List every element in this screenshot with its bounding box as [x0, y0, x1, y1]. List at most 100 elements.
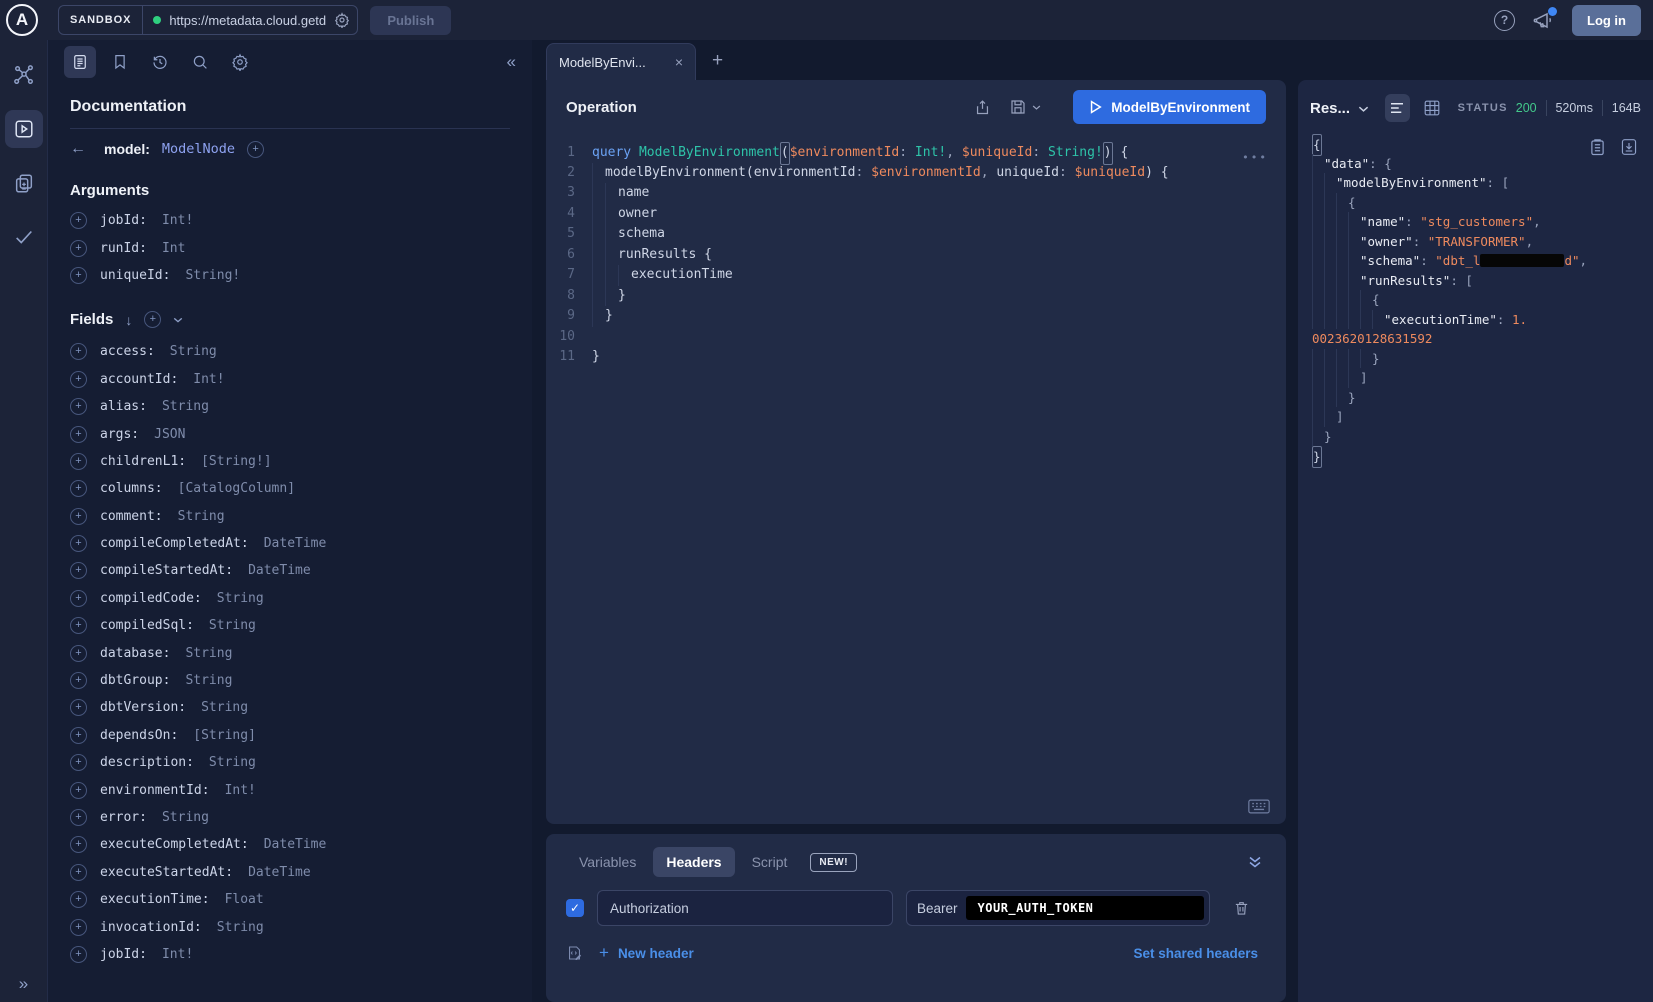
header-name-input[interactable]: Authorization	[597, 890, 893, 926]
raw-view-toggle-icon[interactable]	[1385, 94, 1410, 122]
checklist-icon[interactable]	[5, 218, 43, 256]
tab-variables[interactable]: Variables	[566, 847, 649, 877]
history-icon[interactable]	[144, 46, 176, 78]
field-row[interactable]: +dependsOn:[String]	[70, 722, 510, 749]
help-icon[interactable]: ?	[1494, 10, 1515, 31]
graphql-editor[interactable]: ••• 1query ModelByEnvironment($environme…	[546, 134, 1286, 824]
field-row[interactable]: +executeCompletedAt:DateTime	[70, 831, 510, 858]
field-row[interactable]: +executionTime:Float	[70, 886, 510, 913]
operation-tab[interactable]: ModelByEnvi... ×	[546, 43, 696, 80]
model-type-link[interactable]: ModelNode	[162, 141, 235, 157]
save-operation-group[interactable]	[1009, 98, 1041, 116]
editor-menu-icon[interactable]: •••	[1242, 148, 1268, 169]
argument-row[interactable]: +jobId:Int!	[70, 207, 510, 234]
close-tab-icon[interactable]: ×	[675, 54, 683, 70]
add-field-icon[interactable]: +	[70, 398, 87, 415]
add-field-icon[interactable]: +	[70, 782, 87, 799]
field-row[interactable]: +alias:String	[70, 393, 510, 420]
field-row[interactable]: +database:String	[70, 639, 510, 666]
field-row[interactable]: +description:String	[70, 749, 510, 776]
field-row[interactable]: +childrenL1:[String!]	[70, 448, 510, 475]
field-row[interactable]: +dbtGroup:String	[70, 667, 510, 694]
add-field-icon[interactable]: +	[70, 727, 87, 744]
documentation-tab-icon[interactable]	[64, 46, 96, 78]
add-field-icon[interactable]: +	[70, 480, 87, 497]
add-field-icon[interactable]: +	[70, 562, 87, 579]
field-row[interactable]: +dbtVersion:String	[70, 694, 510, 721]
collapse-docs-icon[interactable]: «	[507, 52, 516, 72]
new-tab-icon[interactable]: +	[712, 50, 723, 72]
field-row[interactable]: +invocationId:String	[70, 913, 510, 940]
add-field-icon[interactable]: +	[70, 946, 87, 963]
bookmarks-icon[interactable]	[104, 46, 136, 78]
field-row[interactable]: +comment:String	[70, 503, 510, 530]
argument-row[interactable]: +uniqueId:String!	[70, 262, 510, 289]
add-field-icon[interactable]: +	[70, 343, 87, 360]
add-model-icon[interactable]: +	[247, 141, 264, 158]
explorer-icon[interactable]	[5, 110, 43, 148]
new-header-button[interactable]: + New header	[599, 943, 694, 963]
add-field-icon[interactable]: +	[70, 699, 87, 716]
argument-row[interactable]: +runId:Int	[70, 234, 510, 261]
header-enabled-checkbox[interactable]: ✓	[566, 899, 584, 917]
tab-headers[interactable]: Headers	[653, 847, 734, 877]
add-all-fields-icon[interactable]: +	[144, 311, 161, 328]
operation-collections-icon[interactable]	[5, 164, 43, 202]
add-field-icon[interactable]: +	[70, 836, 87, 853]
tab-script[interactable]: Script	[739, 847, 801, 877]
expand-rail-icon[interactable]: »	[0, 974, 47, 994]
add-field-icon[interactable]: +	[70, 617, 87, 634]
publish-button[interactable]: Publish	[370, 6, 451, 35]
download-response-icon[interactable]	[1621, 138, 1637, 156]
field-row[interactable]: +environmentId:Int!	[70, 776, 510, 803]
fields-chevron-icon[interactable]	[173, 316, 183, 324]
add-field-icon[interactable]: +	[70, 590, 87, 607]
header-value-input[interactable]: Bearer YOUR_AUTH_TOKEN	[906, 890, 1210, 926]
response-json-viewer[interactable]: {"data": {"modelByEnvironment": [{"name"…	[1298, 126, 1653, 1002]
field-row[interactable]: +access:String	[70, 338, 510, 365]
add-field-icon[interactable]: +	[70, 645, 87, 662]
schema-graph-icon[interactable]	[5, 56, 43, 94]
back-arrow-icon[interactable]: ←	[70, 140, 86, 158]
field-row[interactable]: +compiledSql:String	[70, 612, 510, 639]
field-row[interactable]: +executeStartedAt:DateTime	[70, 859, 510, 886]
add-field-icon[interactable]: +	[70, 240, 87, 257]
add-field-icon[interactable]: +	[70, 919, 87, 936]
add-field-icon[interactable]: +	[70, 864, 87, 881]
add-field-icon[interactable]: +	[70, 508, 87, 525]
share-operation-icon[interactable]	[974, 98, 991, 117]
response-dropdown-chevron-icon[interactable]	[1358, 105, 1369, 113]
add-field-icon[interactable]: +	[70, 754, 87, 771]
keyboard-shortcuts-icon[interactable]	[1248, 799, 1270, 814]
add-field-icon[interactable]: +	[70, 212, 87, 229]
add-field-icon[interactable]: +	[70, 809, 87, 826]
field-row[interactable]: +columns:[CatalogColumn]	[70, 475, 510, 502]
add-field-icon[interactable]: +	[70, 891, 87, 908]
field-row[interactable]: +accountId:Int!	[70, 366, 510, 393]
field-row[interactable]: +args:JSON	[70, 420, 510, 447]
endpoint-settings-gear-icon[interactable]	[334, 12, 350, 28]
field-row[interactable]: +compiledCode:String	[70, 585, 510, 612]
sort-fields-icon[interactable]: ↓	[125, 312, 132, 328]
copy-response-icon[interactable]	[1590, 138, 1605, 156]
delete-header-icon[interactable]	[1233, 899, 1250, 917]
add-field-icon[interactable]: +	[70, 371, 87, 388]
field-row[interactable]: +error:String	[70, 804, 510, 831]
settings-gear-icon[interactable]	[224, 46, 256, 78]
add-field-icon[interactable]: +	[70, 535, 87, 552]
edit-as-text-icon[interactable]	[566, 944, 583, 962]
add-field-icon[interactable]: +	[70, 267, 87, 284]
run-operation-button[interactable]: ModelByEnvironment	[1073, 90, 1266, 124]
collapse-panel-icon[interactable]	[1248, 856, 1266, 869]
table-view-toggle-icon[interactable]	[1424, 100, 1440, 116]
field-row[interactable]: +jobId:Int!	[70, 941, 510, 968]
search-icon[interactable]	[184, 46, 216, 78]
login-button[interactable]: Log in	[1572, 5, 1641, 36]
announcements-megaphone-icon[interactable]	[1533, 10, 1554, 31]
add-field-icon[interactable]: +	[70, 453, 87, 470]
set-shared-headers-link[interactable]: Set shared headers	[1133, 946, 1266, 961]
field-row[interactable]: +compileCompletedAt:DateTime	[70, 530, 510, 557]
add-field-icon[interactable]: +	[70, 672, 87, 689]
endpoint-url-input[interactable]: https://metadata.cloud.getd	[169, 13, 332, 28]
field-row[interactable]: +compileStartedAt:DateTime	[70, 557, 510, 584]
